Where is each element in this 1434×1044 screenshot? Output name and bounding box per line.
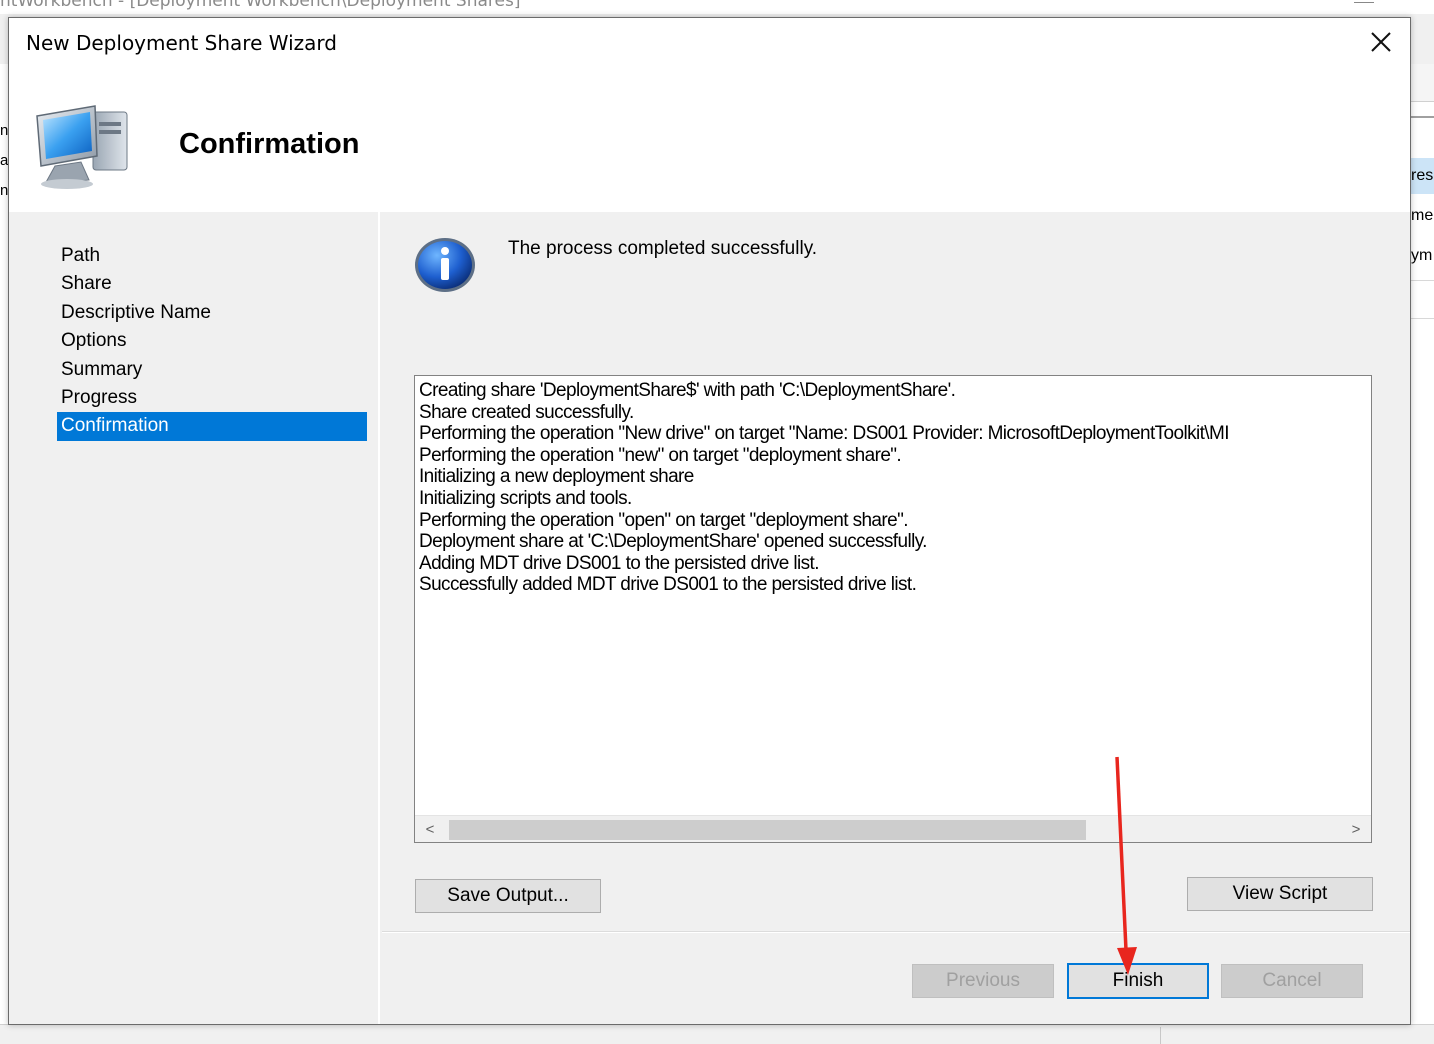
nav-item-descriptive-name[interactable]: Descriptive Name [57,299,367,327]
close-button[interactable] [1352,18,1410,66]
view-script-button[interactable]: View Script [1187,877,1373,911]
scroll-left-button[interactable]: < [415,816,445,843]
footer-separator [382,931,1410,933]
previous-button[interactable]: Previous [912,964,1054,998]
dialog-titlebar: New Deployment Share Wizard [9,18,1410,68]
log-line: Initializing scripts and tools. [419,487,632,509]
background-minimize-icon[interactable] [1354,2,1374,3]
background-right-separator [1410,116,1434,118]
background-right-item[interactable]: ym [1410,238,1434,274]
background-right-header [1410,64,1434,102]
background-right-item[interactable]: me [1410,198,1434,234]
cancel-button[interactable]: Cancel [1221,964,1363,998]
finish-button[interactable]: Finish [1067,963,1209,999]
log-line: Successfully added MDT drive DS001 to th… [419,574,917,596]
log-line: Performing the operation "new" on target… [419,444,902,466]
background-status-separator [1160,1027,1161,1044]
background-right-divider [1410,318,1434,319]
log-line: Performing the operation "New drive" on … [419,423,1229,445]
computer-icon [36,105,128,189]
save-output-button[interactable]: Save Output... [415,879,601,913]
nav-item-options[interactable]: Options [57,327,367,355]
horizontal-scrollbar[interactable]: < > [415,815,1371,842]
nav-item-confirmation[interactable]: Confirmation [57,412,367,441]
background-window-title: ntWorkbench - [Deployment Workbench\Depl… [0,0,521,11]
log-line: Deployment share at 'C:\DeploymentShare'… [419,531,927,553]
background-right-item[interactable]: res [1410,158,1434,194]
info-icon [415,238,475,292]
close-icon [1371,32,1391,52]
output-log[interactable]: Creating share 'DeploymentShare$' with p… [414,375,1372,843]
background-window-titlebar: ntWorkbench - [Deployment Workbench\Depl… [0,0,1434,14]
status-message: The process completed successfully. [508,238,818,259]
nav-item-share[interactable]: Share [57,270,367,298]
step-list: Path Share Descriptive Name Options Summ… [57,242,367,441]
nav-item-summary[interactable]: Summary [57,356,367,384]
log-line: Adding MDT drive DS001 to the persisted … [419,552,820,574]
dialog-title: New Deployment Share Wizard [26,31,337,55]
scroll-thumb[interactable] [449,820,1086,840]
log-line: Creating share 'DeploymentShare$' with p… [419,380,956,401]
scroll-right-button[interactable]: > [1341,816,1371,843]
log-line: Share created successfully. [419,401,634,423]
wizard-content: The process completed successfully. Crea… [382,212,1410,932]
wizard-step-nav: Path Share Descriptive Name Options Summ… [9,212,380,1024]
nav-item-path[interactable]: Path [57,242,367,270]
log-lines: Creating share 'DeploymentShare$' with p… [419,380,1369,816]
log-line: Performing the operation "open" on targe… [419,509,909,531]
page-title: Confirmation [179,128,360,160]
wizard-header: Confirmation [9,68,1410,212]
background-right-divider [1410,280,1434,281]
nav-item-progress[interactable]: Progress [57,384,367,412]
background-statusbar [0,1024,1434,1044]
log-line: Initializing a new deployment share [419,466,694,488]
new-deployment-share-wizard: New Deployment Share Wizard Confirmation… [8,17,1411,1025]
